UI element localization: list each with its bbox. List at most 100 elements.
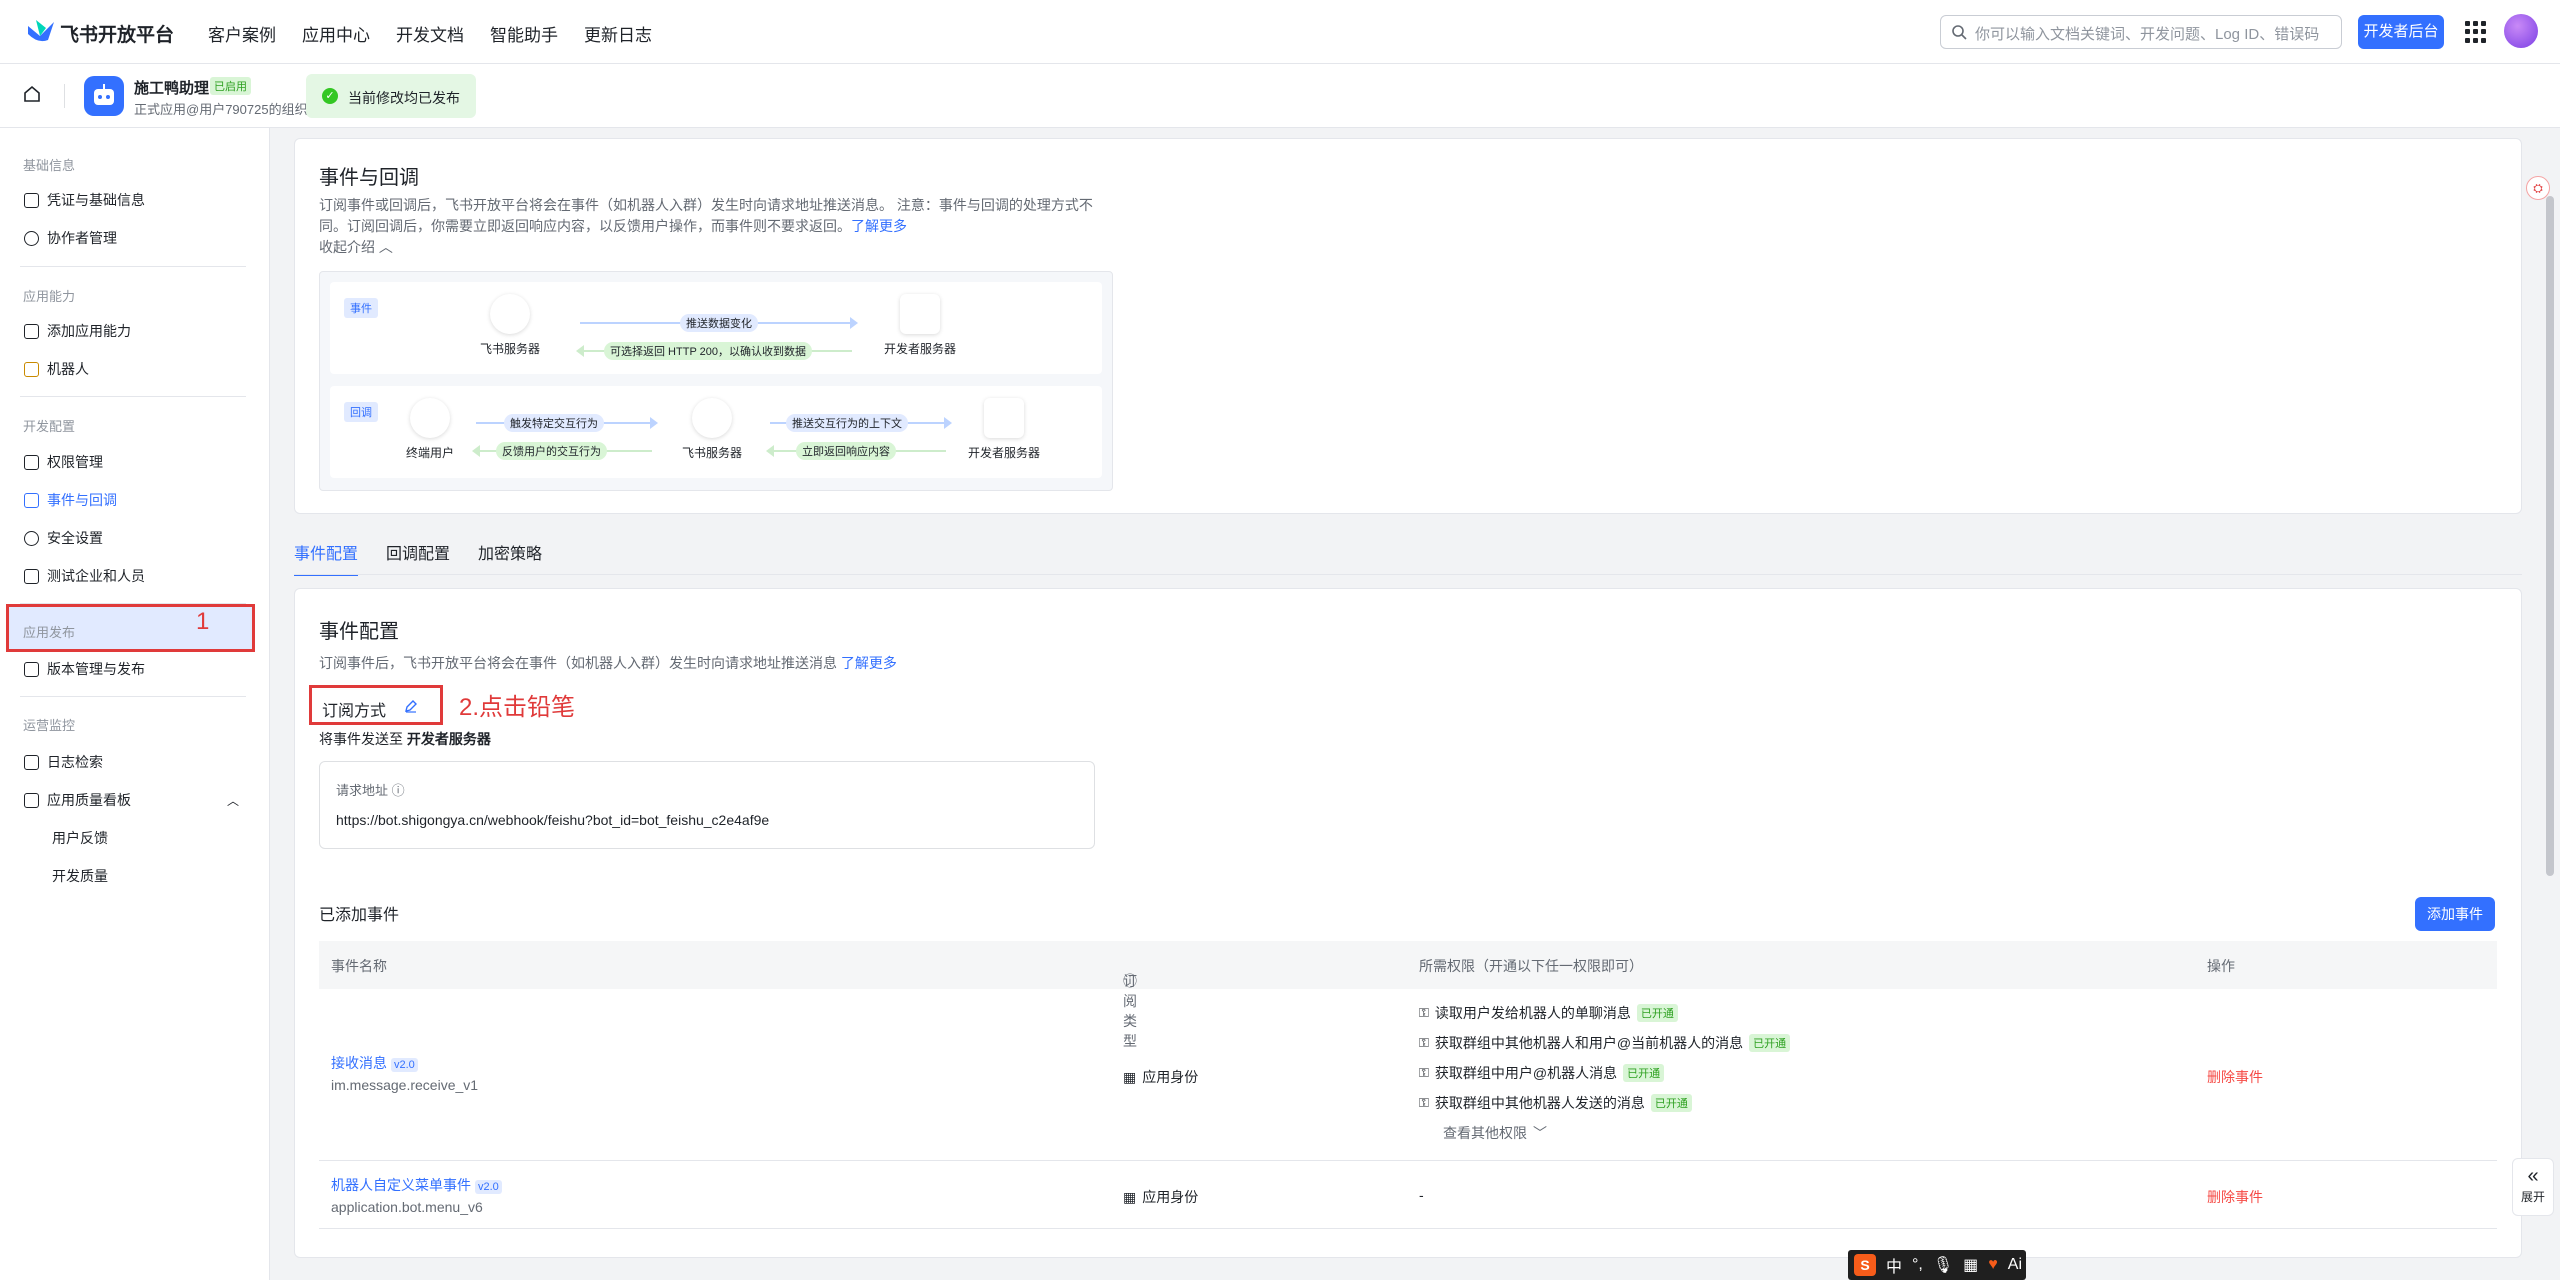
column-header: 操作 [2207, 958, 2235, 974]
event-name-link[interactable]: 接收消息 [331, 1055, 387, 1071]
learn-more-link[interactable]: 了解更多 [841, 655, 897, 671]
config-desc: 订阅事件后，飞书开放平台将会在事件（如机器人入群）发生时向请求地址推送消息 了解… [319, 653, 1219, 674]
tab-event-config[interactable]: 事件配置 [294, 540, 359, 576]
column-header: 事件名称 [331, 958, 387, 974]
intro-card: 事件与回调 订阅事件或回调后，飞书开放平台将会在事件（如机器人入群）发生时向请求… [294, 138, 2522, 514]
skin-icon[interactable]: ♥ [1988, 1256, 1998, 1274]
grid-icon: ▦ [1123, 1188, 1137, 1205]
config-tabs: 事件配置 回调配置 加密策略 [294, 540, 542, 576]
feishu-server-node: 飞书服务器 [662, 398, 762, 461]
send-to-prefix: 将事件发送至 [319, 731, 403, 747]
ime-language[interactable]: 中 [1886, 1253, 1902, 1277]
floating-tool-icon[interactable]: ⛭ [2526, 176, 2550, 200]
divider [20, 396, 246, 397]
search-icon [1952, 25, 1967, 40]
ime-ai[interactable]: Ai [2008, 1256, 2022, 1274]
sidebar-item-quality[interactable]: 应用质量看板 ︿ [24, 790, 239, 810]
subscription-type-label: 应用身份 [1142, 1189, 1199, 1205]
sidebar-item-label: 机器人 [47, 361, 89, 377]
sidebar-section-capability: 应用能力 [23, 289, 76, 304]
sidebar-item-label: 日志检索 [47, 754, 103, 770]
punctuation-icon[interactable]: °, [1912, 1256, 1923, 1274]
event-name-link[interactable]: 机器人自定义菜单事件 [331, 1177, 471, 1193]
brand-name[interactable]: 飞书开放平台 [60, 20, 174, 47]
sidebar-item-feedback[interactable]: 用户反馈 [52, 828, 108, 848]
nav-link-docs[interactable]: 开发文档 [396, 21, 464, 46]
subscription-type: ▦ 应用身份 [1123, 1187, 1198, 1207]
sidebar-item-label: 应用质量看板 [47, 792, 131, 808]
briefcase-icon [24, 454, 39, 470]
expand-panel-button[interactable]: « 展开 [2512, 1158, 2554, 1216]
chevron-up-icon: ︿ [378, 239, 393, 255]
help-icon[interactable]: ⓘ [392, 783, 405, 798]
scrollbar[interactable] [2546, 196, 2554, 876]
nav-link-assistant[interactable]: 智能助手 [490, 21, 558, 46]
feishu-logo-icon [692, 398, 732, 438]
sidebar-item-add-capability[interactable]: 添加应用能力 [24, 321, 131, 341]
sidebar-item-test-orgs[interactable]: 测试企业和人员 [24, 566, 145, 586]
main-content: 事件与回调 订阅事件或回调后，飞书开放平台将会在事件（如机器人入群）发生时向请求… [270, 128, 2560, 1280]
permission-status-badge: 已开通 [1749, 1034, 1791, 1052]
add-event-button[interactable]: 添加事件 [2415, 897, 2495, 931]
delete-event-button[interactable]: 删除事件 [2207, 1067, 2263, 1087]
arrow-label: 立即返回响应内容 [796, 442, 896, 460]
sogou-ime-icon[interactable]: S [1854, 1254, 1876, 1276]
sidebar-item-security[interactable]: 安全设置 [24, 528, 103, 548]
top-nav: 飞书开放平台 客户案例 应用中心 开发文档 智能助手 更新日志 你可以输入文档关… [0, 0, 2560, 64]
collapse-intro-label: 收起介绍 [319, 239, 375, 255]
user-icon [24, 230, 39, 246]
nav-link-changelog[interactable]: 更新日志 [584, 21, 652, 46]
arrow-label: 反馈用户的交互行为 [496, 442, 607, 460]
sidebar-item-permissions[interactable]: 权限管理 [24, 452, 103, 472]
sidebar-item-credentials[interactable]: 凭证与基础信息 [24, 190, 145, 210]
sidebar-item-events-callbacks[interactable]: 事件与回调 [24, 490, 117, 510]
divider [294, 574, 2522, 575]
sidebar-item-collaborators[interactable]: 协作者管理 [24, 228, 117, 248]
apps-grid-icon[interactable] [2465, 21, 2487, 43]
app-subtitle: 正式应用@用户790725的组织 [134, 102, 308, 117]
keyboard-icon[interactable]: ▦ [1963, 1255, 1978, 1275]
divider [64, 84, 65, 108]
annotation-step-2: 2.点击铅笔 [459, 694, 576, 721]
sidebar-item-logs[interactable]: 日志检索 [24, 752, 103, 772]
event-key: application.bot.menu_v6 [331, 1199, 483, 1215]
subscription-type: ▦ 应用身份 [1123, 1067, 1198, 1087]
nav-link-cases[interactable]: 客户案例 [208, 21, 276, 46]
permission-item: ⚿ 获取群组中其他机器人发送的消息 已开通 [1419, 1093, 1692, 1113]
status-badge: 已启用 [210, 77, 251, 95]
home-icon[interactable] [22, 84, 42, 104]
collapse-intro-link[interactable]: 收起介绍 ︿ [319, 237, 439, 258]
nav-links: 客户案例 应用中心 开发文档 智能助手 更新日志 [208, 21, 652, 46]
sidebar-item-versions[interactable]: 版本管理与发布 [24, 659, 145, 679]
nav-link-app-center[interactable]: 应用中心 [302, 21, 370, 46]
dev-console-button[interactable]: 开发者后台 [2358, 15, 2444, 49]
request-url-box: 请求地址 ⓘ https://bot.shigongya.cn/webhook/… [319, 761, 1095, 849]
search-input[interactable]: 你可以输入文档关键词、开发问题、Log ID、错误码 [1940, 15, 2342, 49]
annotation-step-1: 1 [196, 608, 210, 635]
event-key: im.message.receive_v1 [331, 1077, 479, 1093]
event-name: 接收消息 v2.0 [331, 1053, 418, 1073]
node-label: 飞书服务器 [479, 342, 540, 356]
delete-event-button[interactable]: 删除事件 [2207, 1187, 2263, 1207]
log-icon [24, 754, 39, 770]
permission-status-badge: 已开通 [1650, 1094, 1692, 1112]
key-icon: ⚿ [1419, 1095, 1429, 1110]
table-row: 接收消息 v2.0 im.message.receive_v1 ▦ 应用身份 ⚿ 读取… [319, 989, 2497, 1161]
grid-icon: ▦ [1123, 1068, 1137, 1085]
sidebar-item-robot[interactable]: 机器人 [24, 359, 89, 379]
arrow-label: 推送数据变化 [680, 314, 758, 332]
feishu-logo-icon[interactable] [26, 18, 56, 44]
arrow-label: 推送交互行为的上下文 [786, 414, 908, 432]
help-icon[interactable]: ⓘ [1123, 971, 1137, 991]
user-avatar[interactable] [2504, 14, 2538, 48]
upload-icon [24, 661, 39, 677]
tab-callback-config[interactable]: 回调配置 [386, 540, 450, 576]
pencil-icon[interactable] [404, 699, 418, 713]
view-more-permissions[interactable]: 查看其他权限 ﹀ [1443, 1123, 1547, 1143]
sidebar-item-label: 事件与回调 [47, 492, 117, 508]
microphone-icon[interactable]: 🎙 [1933, 1255, 1953, 1275]
sidebar-item-dev-quality[interactable]: 开发质量 [52, 866, 108, 886]
learn-more-link[interactable]: 了解更多 [851, 218, 907, 234]
chevron-up-icon[interactable]: ︿ [227, 792, 239, 809]
tab-encryption[interactable]: 加密策略 [478, 540, 542, 576]
